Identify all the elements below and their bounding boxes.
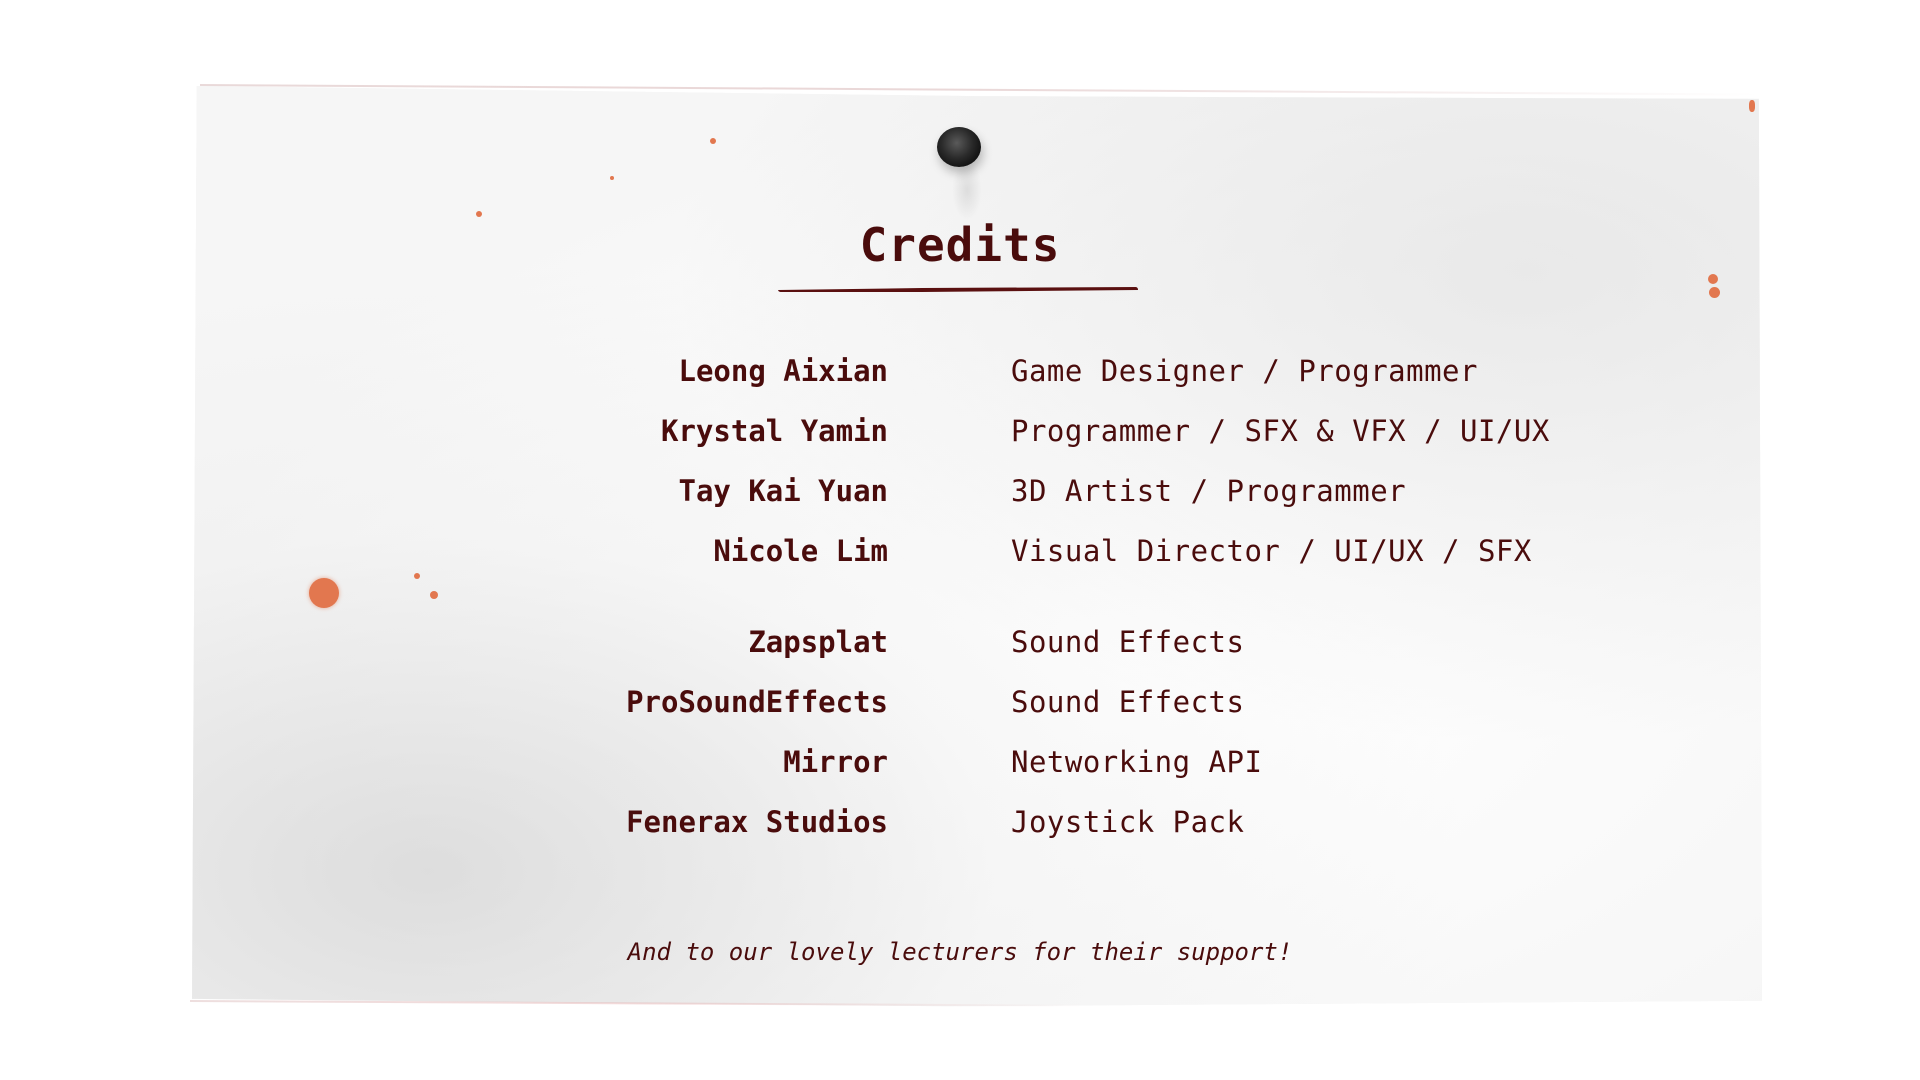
credit-row: Fenerax Studios Joystick Pack — [0, 805, 1920, 845]
credit-name: Tay Kai Yuan — [678, 474, 888, 508]
credit-name: Nicole Lim — [713, 534, 888, 568]
credit-row: Leong Aixian Game Designer / Programmer — [0, 354, 1920, 394]
credits-screen: Credits Leong Aixian Game Designer / Pro… — [0, 0, 1920, 1080]
credit-name: ProSoundEffects — [626, 685, 888, 719]
credit-row: Zapsplat Sound Effects — [0, 625, 1920, 665]
credit-row: Mirror Networking API — [0, 745, 1920, 785]
credit-role: Sound Effects — [1011, 685, 1245, 719]
credit-name: Mirror — [783, 745, 888, 779]
credit-row: Tay Kai Yuan 3D Artist / Programmer — [0, 474, 1920, 514]
credit-name: Krystal Yamin — [661, 414, 888, 448]
credit-role: Visual Director / UI/UX / SFX — [1011, 534, 1532, 568]
credit-row: Krystal Yamin Programmer / SFX & VFX / U… — [0, 414, 1920, 454]
credit-name: Leong Aixian — [678, 354, 888, 388]
credit-name: Fenerax Studios — [626, 805, 888, 839]
credit-role: Networking API — [1011, 745, 1263, 779]
credit-role: Sound Effects — [1011, 625, 1245, 659]
thanks-footer: And to our lovely lecturers for their su… — [627, 938, 1293, 966]
credit-name: Zapsplat — [748, 625, 888, 659]
credit-row: Nicole Lim Visual Director / UI/UX / SFX — [0, 534, 1920, 574]
credit-role: 3D Artist / Programmer — [1011, 474, 1407, 508]
credit-role: Joystick Pack — [1011, 805, 1245, 839]
credit-role: Game Designer / Programmer — [1011, 354, 1478, 388]
credit-role: Programmer / SFX & VFX / UI/UX — [1011, 414, 1550, 448]
credit-row: ProSoundEffects Sound Effects — [0, 685, 1920, 725]
credits-list: Leong Aixian Game Designer / Programmer … — [0, 0, 1920, 1080]
